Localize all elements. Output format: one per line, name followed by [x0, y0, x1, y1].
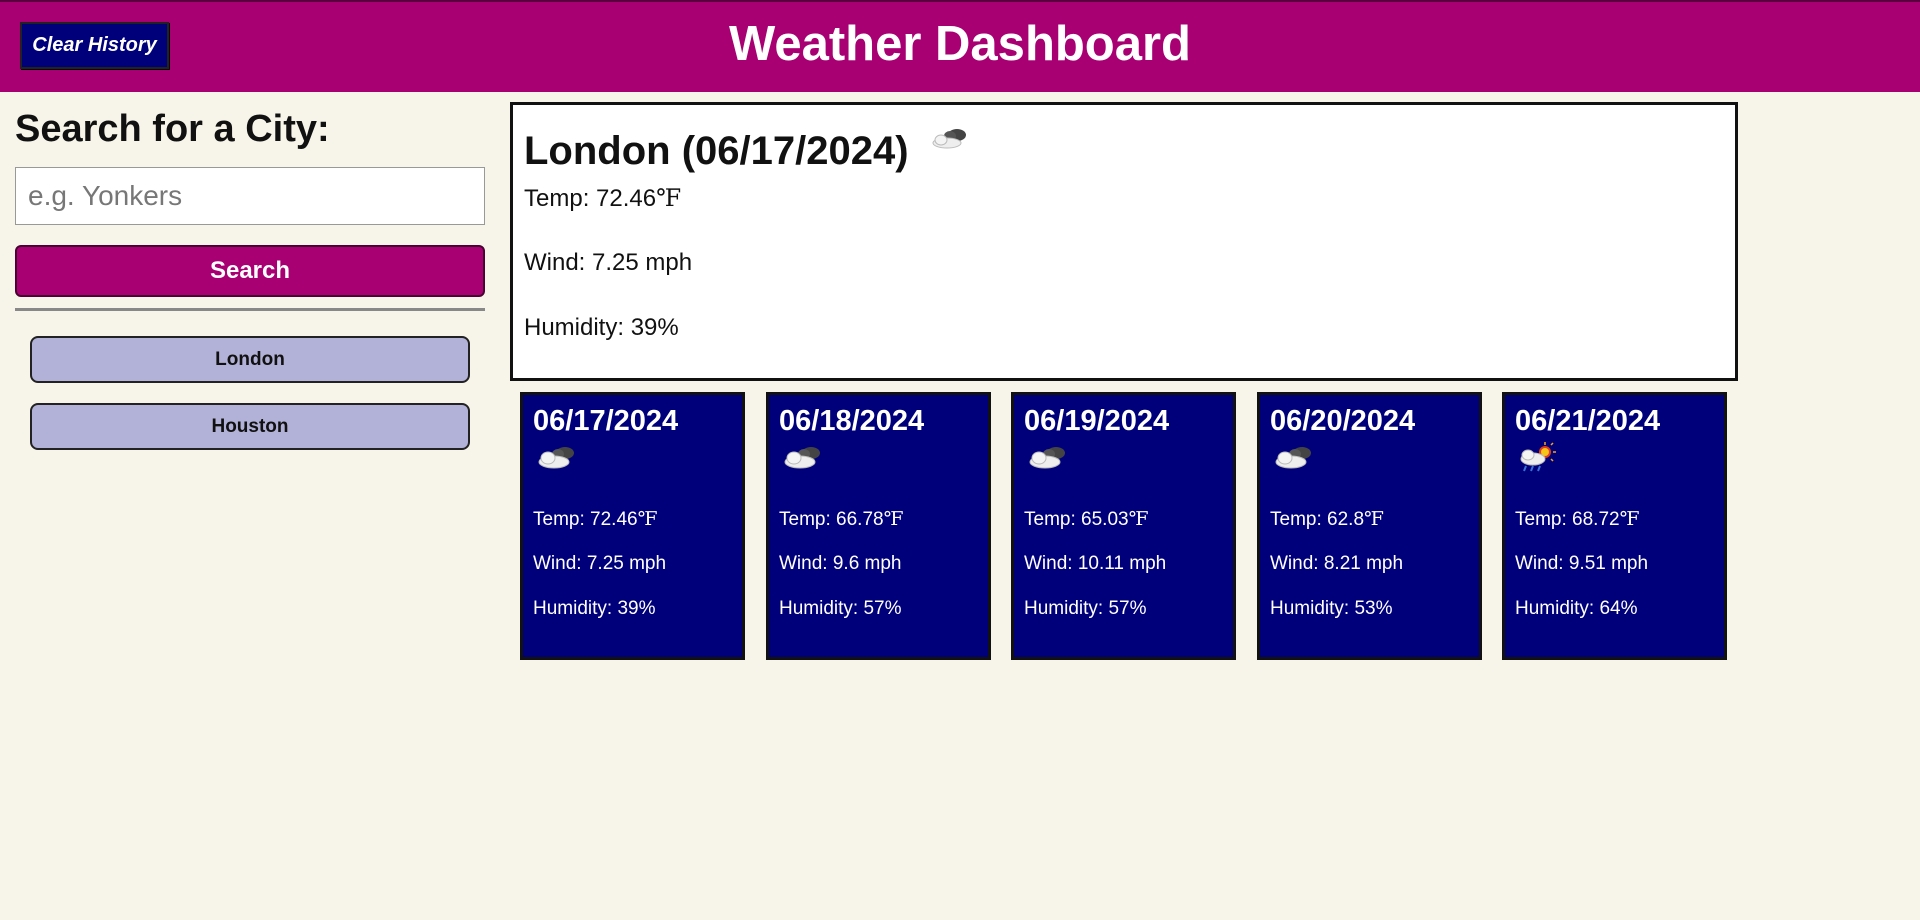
history-item-london[interactable]: London: [30, 336, 470, 383]
forecast-card: 06/17/2024 Temp: 72.46℉ Wind: 7.25 mph H…: [520, 392, 745, 660]
forecast-date: 06/21/2024: [1515, 405, 1661, 437]
forecast-temp: Temp: 72.46℉: [533, 508, 658, 530]
forecast-humidity: Humidity: 57%: [779, 598, 902, 619]
forecast-wind: Wind: 9.6 mph: [779, 553, 902, 574]
forecast-date: 06/17/2024: [533, 405, 679, 437]
current-humidity: Humidity: 39%: [524, 314, 679, 341]
forecast-temp: Temp: 62.8℉: [1270, 508, 1384, 530]
cloud-icon: [1270, 441, 1479, 481]
forecast-humidity: Humidity: 64%: [1515, 598, 1638, 619]
forecast-card: 06/18/2024 Temp: 66.78℉ Wind: 9.6 mph Hu…: [766, 392, 991, 660]
rain-sun-cloud-icon: [1515, 441, 1724, 481]
cloud-icon: [927, 125, 971, 160]
forecast-date: 06/19/2024: [1024, 405, 1170, 437]
sidebar-divider: [15, 308, 485, 311]
forecast-wind: Wind: 7.25 mph: [533, 553, 667, 574]
forecast-humidity: Humidity: 39%: [533, 598, 656, 619]
search-heading: Search for a City:: [15, 108, 330, 150]
current-city-title: London (06/17/2024): [524, 129, 909, 173]
header-bar: Clear History Weather Dashboard: [0, 0, 1920, 92]
city-search-input[interactable]: [15, 167, 485, 225]
forecast-humidity: Humidity: 53%: [1270, 598, 1393, 619]
search-button[interactable]: Search: [15, 245, 485, 297]
forecast-card: 06/20/2024 Temp: 62.8℉ Wind: 8.21 mph Hu…: [1257, 392, 1482, 660]
forecast-humidity: Humidity: 57%: [1024, 598, 1147, 619]
current-temp: Temp: 72.46℉: [524, 184, 682, 212]
page-title: Weather Dashboard: [729, 17, 1191, 71]
current-weather-panel: London (06/17/2024) Temp: 72.46℉ Wind: 7…: [510, 102, 1738, 381]
search-history-list: London Houston: [15, 336, 485, 450]
forecast-temp: Temp: 66.78℉: [779, 508, 904, 530]
search-sidebar: Search for a City: Search London Houston: [15, 105, 485, 470]
forecast-temp: Temp: 68.72℉: [1515, 508, 1640, 530]
forecast-date: 06/18/2024: [779, 405, 925, 437]
forecast-wind: Wind: 10.11 mph: [1024, 553, 1167, 574]
forecast-wind: Wind: 8.21 mph: [1270, 553, 1404, 574]
history-item-houston[interactable]: Houston: [30, 403, 470, 450]
forecast-date: 06/20/2024: [1270, 405, 1416, 437]
forecast-card: 06/19/2024 Temp: 65.03℉ Wind: 10.11 mph …: [1011, 392, 1236, 660]
cloud-icon: [1024, 441, 1233, 481]
forecast-temp: Temp: 65.03℉: [1024, 508, 1149, 530]
cloud-icon: [779, 441, 988, 481]
cloud-icon: [533, 441, 742, 481]
forecast-wind: Wind: 9.51 mph: [1515, 553, 1649, 574]
five-day-forecast: 06/17/2024 Temp: 72.46℉ Wind: 7.25 mph H…: [520, 392, 1730, 662]
forecast-card: 06/21/2024 Temp: 68.72℉ Wind: 9.51 mph H…: [1502, 392, 1727, 660]
current-wind: Wind: 7.25 mph: [524, 249, 693, 276]
